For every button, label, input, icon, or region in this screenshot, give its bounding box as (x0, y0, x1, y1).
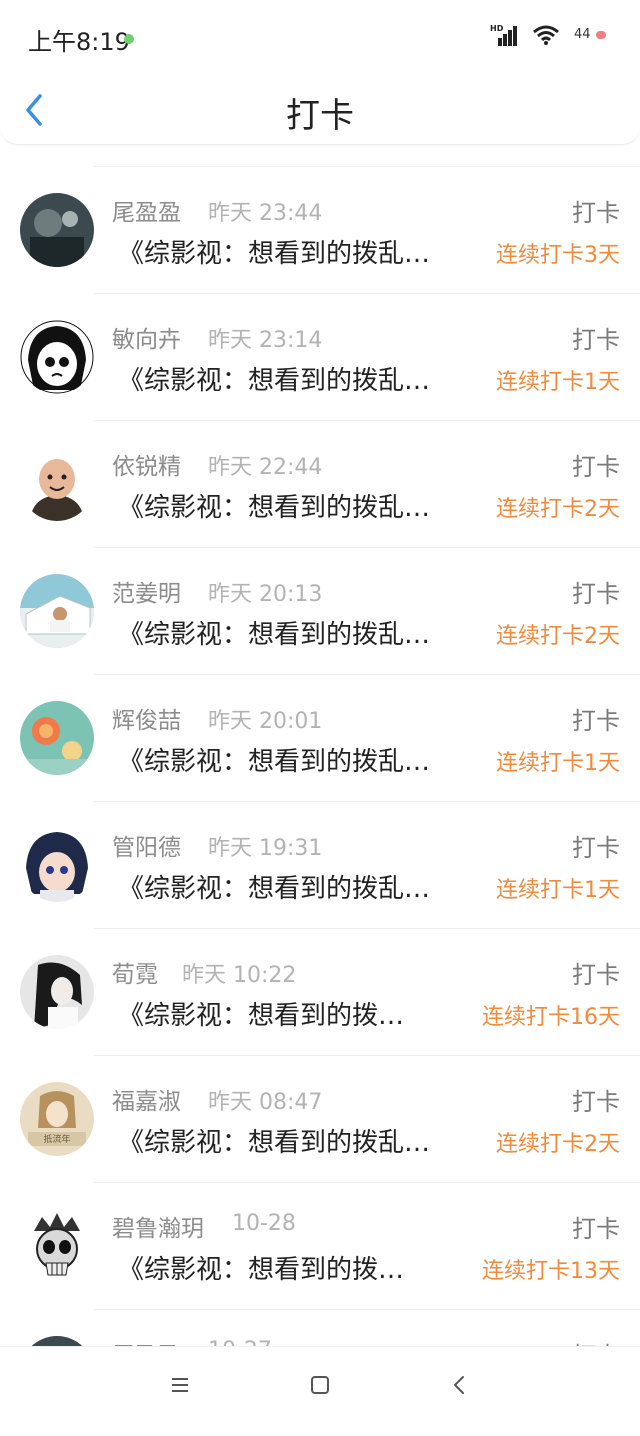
system-nav-bar (0, 1346, 640, 1423)
menu-icon (172, 1378, 188, 1392)
checkin-action-label: 打卡 (572, 453, 620, 481)
avatar[interactable] (20, 1209, 94, 1283)
user-name: 敏向卉 (112, 327, 181, 353)
book-title: 《综影视：想看到的拨… (118, 1255, 405, 1285)
streak-label: 连续打卡2天 (496, 1132, 620, 1157)
checkin-time: 昨天 20:13 (208, 582, 323, 607)
streak-label: 连续打卡3天 (496, 243, 620, 268)
status-time: 上午8:19 (28, 28, 130, 56)
avatar[interactable] (20, 320, 94, 394)
book-title: 《综影视：想看到的拨乱… (118, 493, 431, 523)
cellular-signal-icon: HD (490, 24, 518, 46)
back-chevron-icon (454, 1376, 464, 1394)
streak-label: 连续打卡16天 (482, 1005, 620, 1030)
status-icons: HD 44 (490, 24, 606, 46)
list-item[interactable]: 碧鲁瀚玥 10-28 打卡 《综影视：想看到的拨… 连续打卡13天 (20, 1182, 640, 1309)
user-name: 范姜明 (112, 581, 181, 607)
home-button[interactable] (306, 1371, 334, 1399)
menu-button[interactable] (166, 1371, 194, 1399)
list-item[interactable]: 辉俊喆 昨天 20:01 打卡 《综影视：想看到的拨乱… 连续打卡1天 (20, 674, 640, 801)
list-item[interactable]: 抵流年 福嘉淑 昨天 08:47 打卡 《综影视：想看到的拨乱… 连续打卡2天 (20, 1055, 640, 1182)
list-item[interactable]: 依锐精 昨天 22:44 打卡 《综影视：想看到的拨乱… 连续打卡2天 (20, 420, 640, 547)
notification-dot-icon (124, 34, 134, 44)
title-bar: 打卡 (0, 76, 640, 145)
status-bar: 上午8:19 HD 44 (0, 0, 640, 76)
checkin-action-label: 打卡 (572, 961, 620, 989)
list-item[interactable]: 范姜明 昨天 20:13 打卡 《综影视：想看到的拨乱… 连续打卡2天 (20, 547, 640, 674)
svg-text:抵流年: 抵流年 (43, 1133, 70, 1145)
battery-level: 44 (574, 27, 591, 42)
streak-label: 连续打卡13天 (482, 1259, 620, 1284)
page-title: 打卡 (286, 96, 354, 136)
user-name: 依锐精 (112, 454, 181, 480)
battery-icon: 44 (574, 26, 606, 44)
checkin-action-label: 打卡 (572, 834, 620, 862)
streak-label: 连续打卡1天 (496, 370, 620, 395)
checkin-time: 昨天 23:14 (208, 328, 323, 353)
avatar[interactable] (20, 574, 94, 648)
checkin-action-label: 打卡 (572, 1215, 620, 1243)
user-name: 福嘉淑 (112, 1089, 181, 1115)
book-title: 《综影视：想看到的拨乱… (118, 1128, 431, 1158)
list-item[interactable]: 管阳德 昨天 19:31 打卡 《综影视：想看到的拨乱… 连续打卡1天 (20, 801, 640, 928)
avatar[interactable] (20, 955, 94, 1029)
checkin-time: 昨天 22:44 (208, 455, 323, 480)
home-square-icon (311, 1376, 329, 1394)
checkin-action-label: 打卡 (572, 707, 620, 735)
checkin-time: 昨天 08:47 (208, 1090, 323, 1115)
user-name: 荀霓 (112, 962, 158, 988)
checkin-time: 昨天 23:44 (208, 201, 323, 226)
list-item[interactable]: 敏向卉 昨天 23:14 打卡 《综影视：想看到的拨乱… 连续打卡1天 (20, 293, 640, 420)
checkin-time: 昨天 20:01 (208, 709, 323, 734)
back-nav-button[interactable] (446, 1371, 474, 1399)
avatar[interactable] (20, 701, 94, 775)
list-item[interactable]: 荀霓 昨天 10:22 打卡 《综影视：想看到的拨… 连续打卡16天 (20, 928, 640, 1055)
avatar[interactable]: 抵流年 (20, 1082, 94, 1156)
book-title: 《综影视：想看到的拨乱… (118, 747, 431, 777)
streak-label: 连续打卡1天 (496, 878, 620, 903)
avatar[interactable] (20, 447, 94, 521)
avatar[interactable] (20, 828, 94, 902)
user-name: 辉俊喆 (112, 708, 181, 734)
book-title: 《综影视：想看到的拨… (118, 1001, 405, 1031)
streak-label: 连续打卡1天 (496, 751, 620, 776)
streak-label: 连续打卡2天 (496, 497, 620, 522)
checkin-action-label: 打卡 (572, 326, 620, 354)
wifi-icon (532, 24, 560, 46)
user-name: 碧鲁瀚玥 (112, 1216, 204, 1242)
checkin-action-label: 打卡 (572, 1088, 620, 1116)
streak-label: 连续打卡2天 (496, 624, 620, 649)
user-name: 尾盈盈 (112, 200, 181, 226)
book-title: 《综影视：想看到的拨乱… (118, 366, 431, 396)
user-name: 管阳德 (112, 835, 181, 861)
book-title: 《综影视：想看到的拨乱… (118, 239, 431, 269)
checkin-time: 10-28 (232, 1211, 296, 1236)
checkin-action-label: 打卡 (572, 199, 620, 227)
checkin-action-label: 打卡 (572, 580, 620, 608)
book-title: 《综影视：想看到的拨乱… (118, 620, 431, 650)
checkin-time: 昨天 10:22 (182, 963, 297, 988)
book-title: 《综影视：想看到的拨乱… (118, 874, 431, 904)
checkin-list: 尾盈盈 昨天 23:44 打卡 《综影视：想看到的拨乱… 连续打卡3天 敏向卉 … (0, 166, 640, 1436)
avatar[interactable] (20, 193, 94, 267)
checkin-time: 昨天 19:31 (208, 836, 323, 861)
list-item[interactable]: 尾盈盈 昨天 23:44 打卡 《综影视：想看到的拨乱… 连续打卡3天 (20, 166, 640, 293)
